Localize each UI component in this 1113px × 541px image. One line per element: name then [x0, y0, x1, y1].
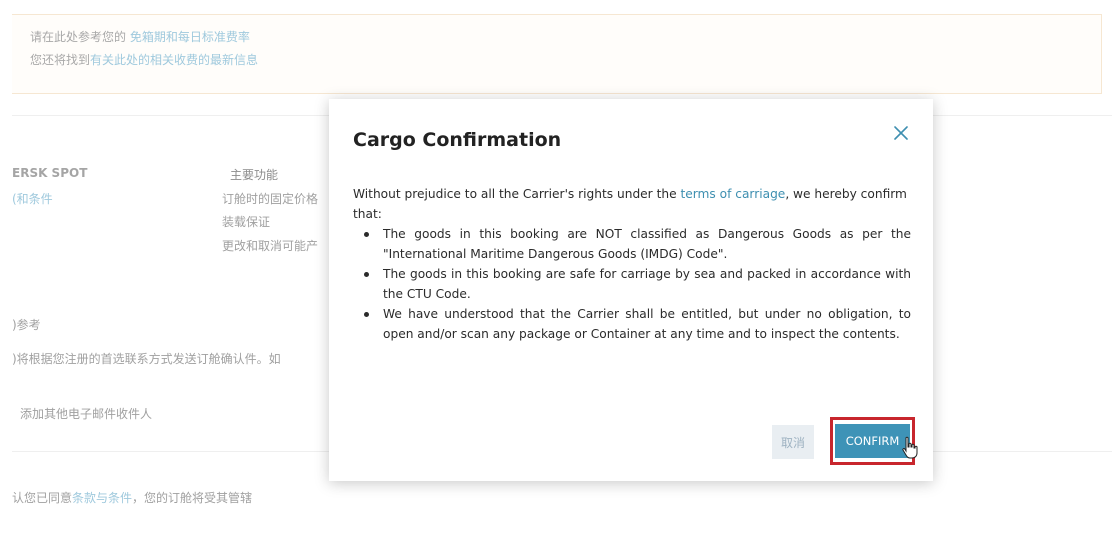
confirm-button[interactable]: CONFIRM: [835, 424, 910, 458]
charges-info-link[interactable]: 有关此处的相关收费的最新信息: [90, 53, 258, 67]
agree-suffix: ，您的订舱将受其管辖: [132, 491, 253, 505]
confirmation-list: The goods in this booking are NOT classi…: [353, 224, 911, 344]
terms-link-text[interactable]: (和条件: [12, 192, 53, 206]
reference-text: )将根据您注册的首选联系方式发送订舱确认件。如: [12, 352, 281, 366]
intro-text-before: Without prejudice to all the Carrier's r…: [353, 187, 681, 201]
confirmation-item: We have understood that the Carrier shal…: [364, 304, 911, 344]
feature-item: 订舱时的固定价格: [222, 192, 319, 206]
feature-item: 装载保证: [222, 215, 271, 229]
dialog-body: Without prejudice to all the Carrier's r…: [353, 184, 911, 344]
features-title: 主要功能: [230, 168, 279, 182]
notice-line-1: 请在此处参考您的 免箱期和每日标准费率: [30, 28, 250, 45]
notice-line-2-text: 您还将找到: [30, 53, 91, 67]
notice-line-1-text: 请在此处参考您的: [30, 30, 127, 44]
cancel-button[interactable]: 取消: [772, 425, 814, 459]
confirmation-item: The goods in this booking are safe for c…: [364, 264, 911, 304]
product-name: ERSK SPOT: [12, 166, 88, 180]
terms-link[interactable]: (和条件: [12, 190, 53, 207]
notice-line-2: 您还将找到有关此处的相关收费的最新信息: [30, 51, 258, 68]
close-icon: [894, 126, 908, 140]
agree-prefix: 认您已同意: [12, 491, 73, 505]
hand-pointer-icon: [902, 436, 918, 459]
dialog-title: Cargo Confirmation: [353, 129, 562, 151]
fee-notice-box: 请在此处参考您的 免箱期和每日标准费率 您还将找到有关此处的相关收费的最新信息: [12, 14, 1102, 94]
free-time-rates-link[interactable]: 免箱期和每日标准费率: [130, 30, 250, 44]
reference-heading: )参考: [12, 318, 41, 332]
terms-of-carriage-link[interactable]: terms of carriage: [680, 187, 785, 201]
confirmation-item: The goods in this booking are NOT classi…: [364, 224, 911, 264]
feature-item: 更改和取消可能产: [222, 239, 319, 253]
cargo-confirmation-dialog: Cargo Confirmation Without prejudice to …: [329, 99, 933, 481]
agree-text: 认您已同意条款与条件，您的订舱将受其管辖: [12, 489, 252, 506]
agree-terms-link[interactable]: 条款与条件: [72, 491, 132, 505]
dialog-intro: Without prejudice to all the Carrier's r…: [353, 184, 911, 224]
close-button[interactable]: [891, 123, 911, 143]
add-email-recipient[interactable]: 添加其他电子邮件收件人: [20, 405, 152, 422]
